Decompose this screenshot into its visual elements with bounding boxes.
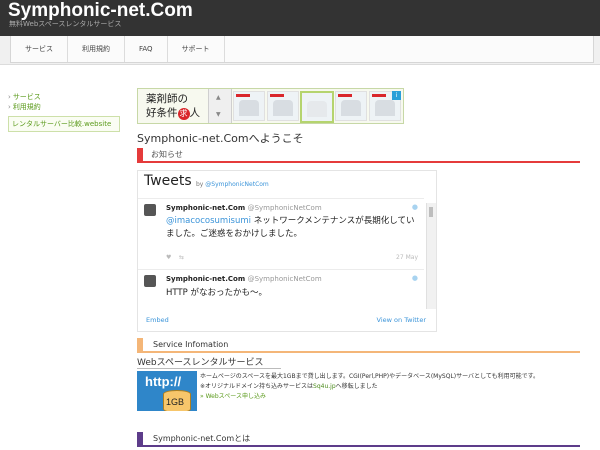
twitter-bird-icon[interactable]: ●	[412, 203, 418, 211]
tweet: Symphonic-net.Com @SymphonicNetCom ● HTT…	[138, 269, 424, 314]
section-header-service: Service Infomation	[137, 338, 580, 353]
nav-item-service[interactable]: サービス	[11, 36, 68, 62]
twitter-embed-link[interactable]: Embed	[146, 316, 169, 324]
chevron-right-icon: ›	[8, 93, 11, 101]
ad-banner-line2-a: 好条件	[146, 107, 178, 119]
nav-item-terms[interactable]: 利用規約	[68, 36, 125, 62]
service-image-http: http://	[145, 374, 182, 389]
nav-item-faq[interactable]: FAQ	[125, 36, 168, 62]
tweet-author-handle: @SymphonicNetCom	[247, 204, 322, 212]
twitter-bird-icon[interactable]: ●	[412, 274, 418, 282]
tweet-mention[interactable]: @imacocosumisumi	[166, 216, 251, 226]
ad-banner[interactable]: 薬剤師の 好条件求人 ▲ ▼ i	[137, 88, 404, 124]
ad-thumbnail[interactable]	[335, 91, 367, 121]
section-title: Symphonic-net.Comとは	[153, 434, 251, 443]
site-tagline: 無料Webスペースレンタルサービス	[9, 20, 122, 28]
twitter-by-prefix: by	[196, 181, 204, 188]
section-title: Service Infomation	[153, 340, 229, 349]
ad-thumbnail[interactable]	[233, 91, 265, 121]
service-description: ホームページのスペースを最大1GBまで貸し出します。CGI(Perl,PHP)や…	[200, 372, 595, 402]
chevron-up-icon[interactable]: ▲	[216, 94, 221, 101]
section-header-about: Symphonic-net.Comとは	[137, 432, 580, 447]
scrollbar-thumb[interactable]	[429, 207, 433, 217]
section-marker	[137, 338, 143, 351]
twitter-by-handle[interactable]: @SymphonicNetCom	[205, 181, 269, 188]
sidebar-link-label: 利用規約	[12, 103, 41, 111]
chevron-right-icon: ›	[8, 103, 11, 111]
ad-banner-circle: 求	[177, 108, 190, 120]
tweet-date[interactable]: 27 May	[396, 254, 418, 261]
webspace-apply-link[interactable]: » Webスペース申し込み	[200, 392, 595, 402]
service-image-gb: 1GB	[166, 397, 185, 407]
ad-carousel-control[interactable]: ▲ ▼	[208, 89, 232, 123]
nav-item-support[interactable]: サポート	[168, 36, 225, 62]
service-desc-line2: ※オリジナルドメイン持ち込みサービスはSq4u.jpへ移転しました	[200, 382, 595, 392]
main-nav: サービス 利用規約 FAQ サポート	[10, 36, 594, 63]
sidebar-link-terms[interactable]: › 利用規約	[8, 102, 126, 112]
ad-thumbnail[interactable]	[267, 91, 299, 121]
tweet-author[interactable]: Symphonic-net.Com @SymphonicNetCom	[166, 275, 322, 283]
tweet-author-name: Symphonic-net.Com	[166, 275, 246, 283]
site-header: Symphonic-net.Com 無料Webスペースレンタルサービス	[0, 0, 600, 36]
service-desc-line1: ホームページのスペースを最大1GBまで貸し出します。CGI(Perl,PHP)や…	[200, 373, 539, 380]
sq4u-link[interactable]: Sq4u.jp	[313, 383, 336, 390]
sidebar-banner-link[interactable]: レンタルサーバー比較.website	[8, 116, 120, 132]
tweet: Symphonic-net.Com @SymphonicNetCom ● @im…	[138, 198, 424, 269]
sidebar: › サービス › 利用規約 レンタルサーバー比較.website	[8, 92, 126, 132]
sidebar-link-label: サービス	[12, 93, 41, 101]
twitter-widget-byline: by @SymphonicNetCom	[196, 181, 269, 188]
section-marker	[137, 432, 143, 445]
twitter-timeline-widget: Tweets by @SymphonicNetCom Symphonic-net…	[137, 170, 437, 332]
tweet-text: HTTP がなおったかも〜。	[166, 288, 267, 298]
service-desc-line2-a: ※オリジナルドメイン持ち込みサービスは	[200, 383, 314, 390]
tweet-actions[interactable]: ♥ ⇆	[166, 254, 184, 261]
ad-banner-text: 薬剤師の 好条件求人	[146, 92, 200, 120]
avatar[interactable]	[144, 275, 156, 287]
ad-thumbnail-selected[interactable]	[300, 91, 334, 123]
twitter-widget-title: Tweets	[144, 173, 192, 189]
tweet-text: @imacocosumisumi ネットワークメンテナンスが長期化していました。…	[166, 215, 421, 241]
ad-banner-line2-b: 人	[189, 107, 201, 119]
tweet-author-name: Symphonic-net.Com	[166, 204, 246, 212]
section-title: お知らせ	[151, 150, 183, 159]
service-desc-line2-b: へ移転しました	[335, 383, 378, 390]
chevron-down-icon[interactable]: ▼	[216, 111, 221, 118]
section-header-news: お知らせ	[137, 148, 580, 163]
twitter-scrollbar[interactable]	[426, 203, 436, 309]
sidebar-link-service[interactable]: › サービス	[8, 92, 126, 102]
ad-banner-line1: 薬剤師の	[146, 93, 188, 105]
tweet-author[interactable]: Symphonic-net.Com @SymphonicNetCom	[166, 204, 322, 212]
view-on-twitter-link[interactable]: View on Twitter	[377, 316, 426, 324]
webspace-service-image[interactable]: http:// 1GB	[137, 371, 197, 411]
page-title: Symphonic-net.Comへようこそ	[137, 132, 304, 145]
ad-info-icon[interactable]: i	[392, 91, 401, 100]
avatar[interactable]	[144, 204, 156, 216]
tweet-author-handle: @SymphonicNetCom	[247, 275, 322, 283]
section-marker	[137, 148, 143, 161]
service-subtitle: Webスペースレンタルサービス	[137, 355, 281, 369]
